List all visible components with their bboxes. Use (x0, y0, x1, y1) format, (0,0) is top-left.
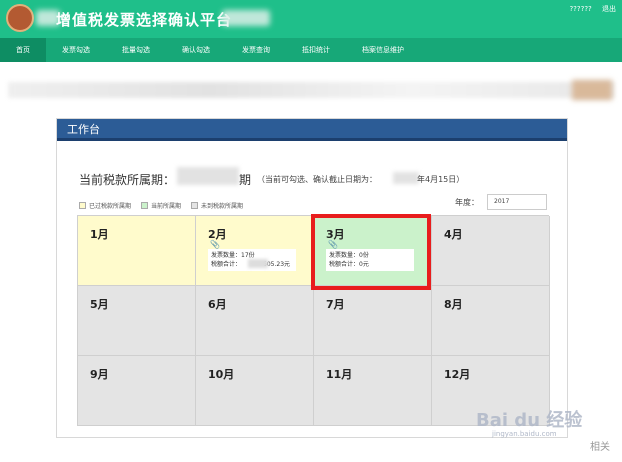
logout-link[interactable]: 退出 (602, 5, 616, 13)
deadline-tail: 年4月15日） (417, 175, 465, 184)
month-label: 7月 (326, 298, 345, 311)
legend-swatch-current (141, 202, 149, 209)
redacted-strip (8, 82, 614, 98)
related-link[interactable]: 相关 (590, 438, 610, 453)
month-cell-jul[interactable]: 7月 (314, 286, 432, 356)
period-tail: 期 (239, 173, 252, 187)
watermark-brand: Bai du 经验 (476, 410, 583, 431)
redacted-region (222, 10, 270, 26)
redacted-region (248, 259, 268, 268)
legend-current: 当前所属期 (141, 201, 181, 210)
highlight-annotation (311, 214, 431, 290)
watermark-url: jingyan.baidu.com (492, 430, 557, 438)
nav-invoice-check[interactable]: 发票勾选 (46, 38, 106, 62)
panel-title: 工作台 (57, 119, 567, 141)
month-cell-may[interactable]: 5月 (78, 286, 196, 356)
month-label: 9月 (90, 368, 109, 381)
emblem-logo (6, 4, 34, 32)
month-label: 4月 (444, 228, 463, 241)
month-label: 12月 (444, 368, 471, 381)
month-label: 1月 (90, 228, 109, 241)
year-label: 年度： (455, 198, 479, 207)
redacted-region (393, 172, 419, 184)
month-cell-nov[interactable]: 11月 (314, 356, 432, 426)
month-cell-aug[interactable]: 8月 (432, 286, 550, 356)
nav-confirm-check[interactable]: 确认勾选 (166, 38, 226, 62)
legend-swatch-future (191, 202, 199, 209)
redacted-region (572, 80, 612, 100)
legend-swatch-past (79, 202, 86, 209)
month-cell-jun[interactable]: 6月 (196, 286, 314, 356)
app-title: 增值税发票选择确认平台 (56, 11, 233, 29)
main-nav: 首页 发票勾选 批量勾选 确认勾选 发票查询 抵扣统计 档案信息维护 (0, 38, 622, 62)
user-area: ?????? 退出 (561, 4, 616, 14)
month-label: 8月 (444, 298, 463, 311)
month-label: 6月 (208, 298, 227, 311)
nav-batch-check[interactable]: 批量勾选 (106, 38, 166, 62)
month-cell-sep[interactable]: 9月 (78, 356, 196, 426)
period-label: 当前税款所属期： (79, 173, 176, 187)
deadline-label: （当前可勾选、确认截止日期为： (257, 175, 377, 184)
month-cell-oct[interactable]: 10月 (196, 356, 314, 426)
redacted-region (177, 167, 239, 185)
year-select[interactable]: 2017 (487, 194, 547, 210)
month-label: 11月 (326, 368, 353, 381)
month-cell-feb[interactable]: 2月 📎 发票数量：17份 税额合计： 605.23元 (196, 216, 314, 286)
nav-home[interactable]: 首页 (0, 38, 46, 62)
paperclip-icon: 📎 (210, 240, 220, 249)
legend-past: 已过税款所属期 (79, 201, 131, 210)
legend: 已过税款所属期 当前所属期 未到税款所属期 (79, 201, 253, 210)
month-cell-jan[interactable]: 1月 (78, 216, 196, 286)
nav-deduction-stats[interactable]: 抵扣统计 (286, 38, 346, 62)
nav-profile-maintenance[interactable]: 档案信息维护 (346, 38, 420, 62)
app-header: 增值税发票选择确认平台 ?????? 退出 (0, 0, 622, 38)
nav-invoice-query[interactable]: 发票查询 (226, 38, 286, 62)
month-cell-apr[interactable]: 4月 (432, 216, 550, 286)
month-label: 10月 (208, 368, 235, 381)
month-label: 2月 (208, 228, 227, 241)
username: ?????? (569, 5, 592, 13)
legend-future: 未到税款所属期 (191, 201, 243, 210)
month-label: 5月 (90, 298, 109, 311)
